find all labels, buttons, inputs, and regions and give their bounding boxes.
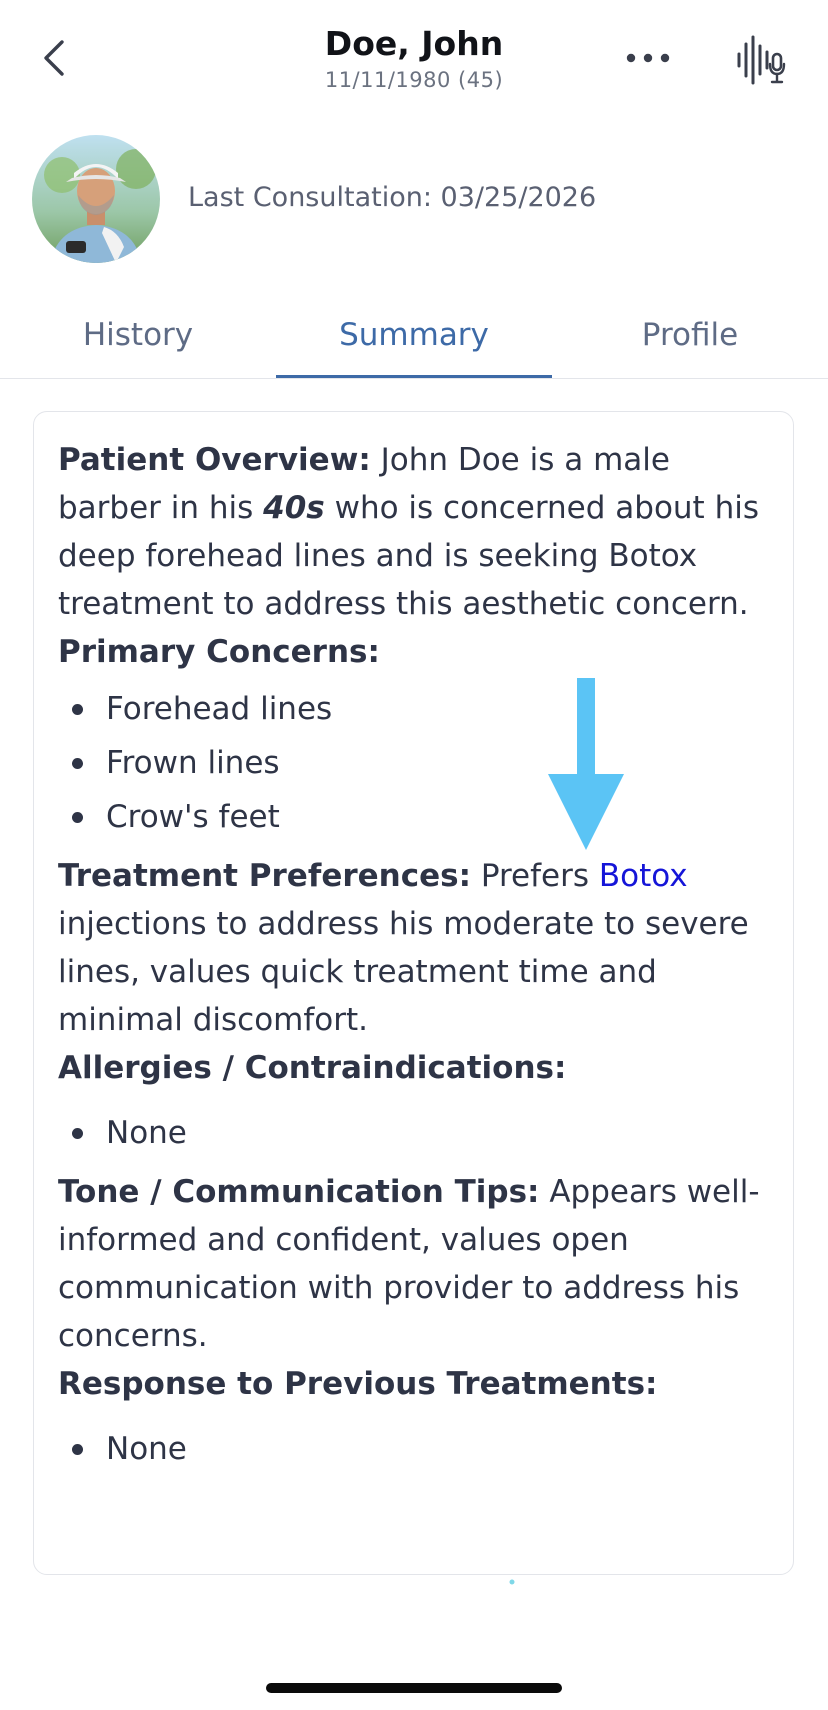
botox-link[interactable]: Botox <box>599 858 688 894</box>
treatment-preferences-text-1: Prefers <box>470 858 599 894</box>
patient-dob-age: 11/11/1980 (45) <box>324 68 504 92</box>
list-item: Forehead lines <box>58 682 768 736</box>
patient-avatar <box>32 135 160 263</box>
tab-profile[interactable]: Profile <box>552 300 828 378</box>
primary-concerns-list: Forehead lines Frown lines Crow's feet <box>58 682 768 844</box>
concern-text: Frown lines <box>106 745 280 781</box>
treatment-preferences-text-2: injections to address his moderate to se… <box>58 906 749 1038</box>
previous-treatments-list: None <box>58 1422 768 1476</box>
ellipsis-icon <box>626 53 670 63</box>
patient-name: Doe, John <box>324 24 504 63</box>
bullet-icon <box>72 1128 83 1139</box>
list-item: None <box>58 1422 768 1476</box>
tone-communication-tips: Tone / Communication Tips: Appears well-… <box>58 1168 768 1360</box>
top-bar: Doe, John 11/11/1980 (45) <box>0 0 828 120</box>
patient-title: Doe, John 11/11/1980 (45) <box>214 24 614 94</box>
tab-history[interactable]: History <box>0 300 276 378</box>
previous-treatments-label: Response to Previous Treatments: <box>58 1366 658 1402</box>
bullet-icon <box>72 758 83 769</box>
summary-content: Patient Overview: John Doe is a male bar… <box>58 436 768 1484</box>
allergy-text: None <box>106 1115 187 1151</box>
allergies-list: None <box>58 1106 768 1160</box>
avatar-photo <box>44 149 156 263</box>
bullet-icon <box>72 704 83 715</box>
active-tab-indicator <box>276 375 552 378</box>
tab-summary[interactable]: Summary <box>276 300 552 378</box>
list-item: Frown lines <box>58 736 768 790</box>
patient-overview-emphasis: 40s <box>263 490 325 526</box>
last-consultation-label: Last Consultation: <box>188 182 432 213</box>
voice-waveform-mic-icon <box>737 35 786 85</box>
primary-concerns-label: Primary Concerns: <box>58 634 380 670</box>
patient-overview-label: Patient Overview: <box>58 442 371 478</box>
concern-text: Forehead lines <box>106 691 333 727</box>
home-indicator[interactable] <box>266 1683 562 1693</box>
tone-label: Tone / Communication Tips: <box>58 1174 540 1210</box>
list-item: Crow's feet <box>58 790 768 844</box>
bullet-icon <box>72 1444 83 1455</box>
annotation-arrow-icon <box>548 678 624 850</box>
previous-treatment-text: None <box>106 1431 187 1467</box>
concern-text: Crow's feet <box>106 799 280 835</box>
scroll-indicator-icon <box>509 1579 515 1585</box>
back-button[interactable] <box>36 34 76 82</box>
treatment-preferences: Treatment Preferences: Prefers Botox inj… <box>58 852 768 1044</box>
last-consultation-date: 03/25/2026 <box>440 182 597 213</box>
tab-bar: History Summary Profile <box>0 300 828 379</box>
list-item: None <box>58 1106 768 1160</box>
bullet-icon <box>72 812 83 823</box>
more-options-button[interactable] <box>622 40 674 76</box>
chevron-left-icon <box>44 40 64 76</box>
voice-record-button[interactable] <box>730 32 790 88</box>
last-consultation: Last Consultation: 03/25/2026 <box>188 180 596 216</box>
patient-overview: Patient Overview: John Doe is a male bar… <box>58 436 768 628</box>
allergies-label: Allergies / Contraindications: <box>58 1050 567 1086</box>
treatment-preferences-label: Treatment Preferences: <box>58 858 471 894</box>
